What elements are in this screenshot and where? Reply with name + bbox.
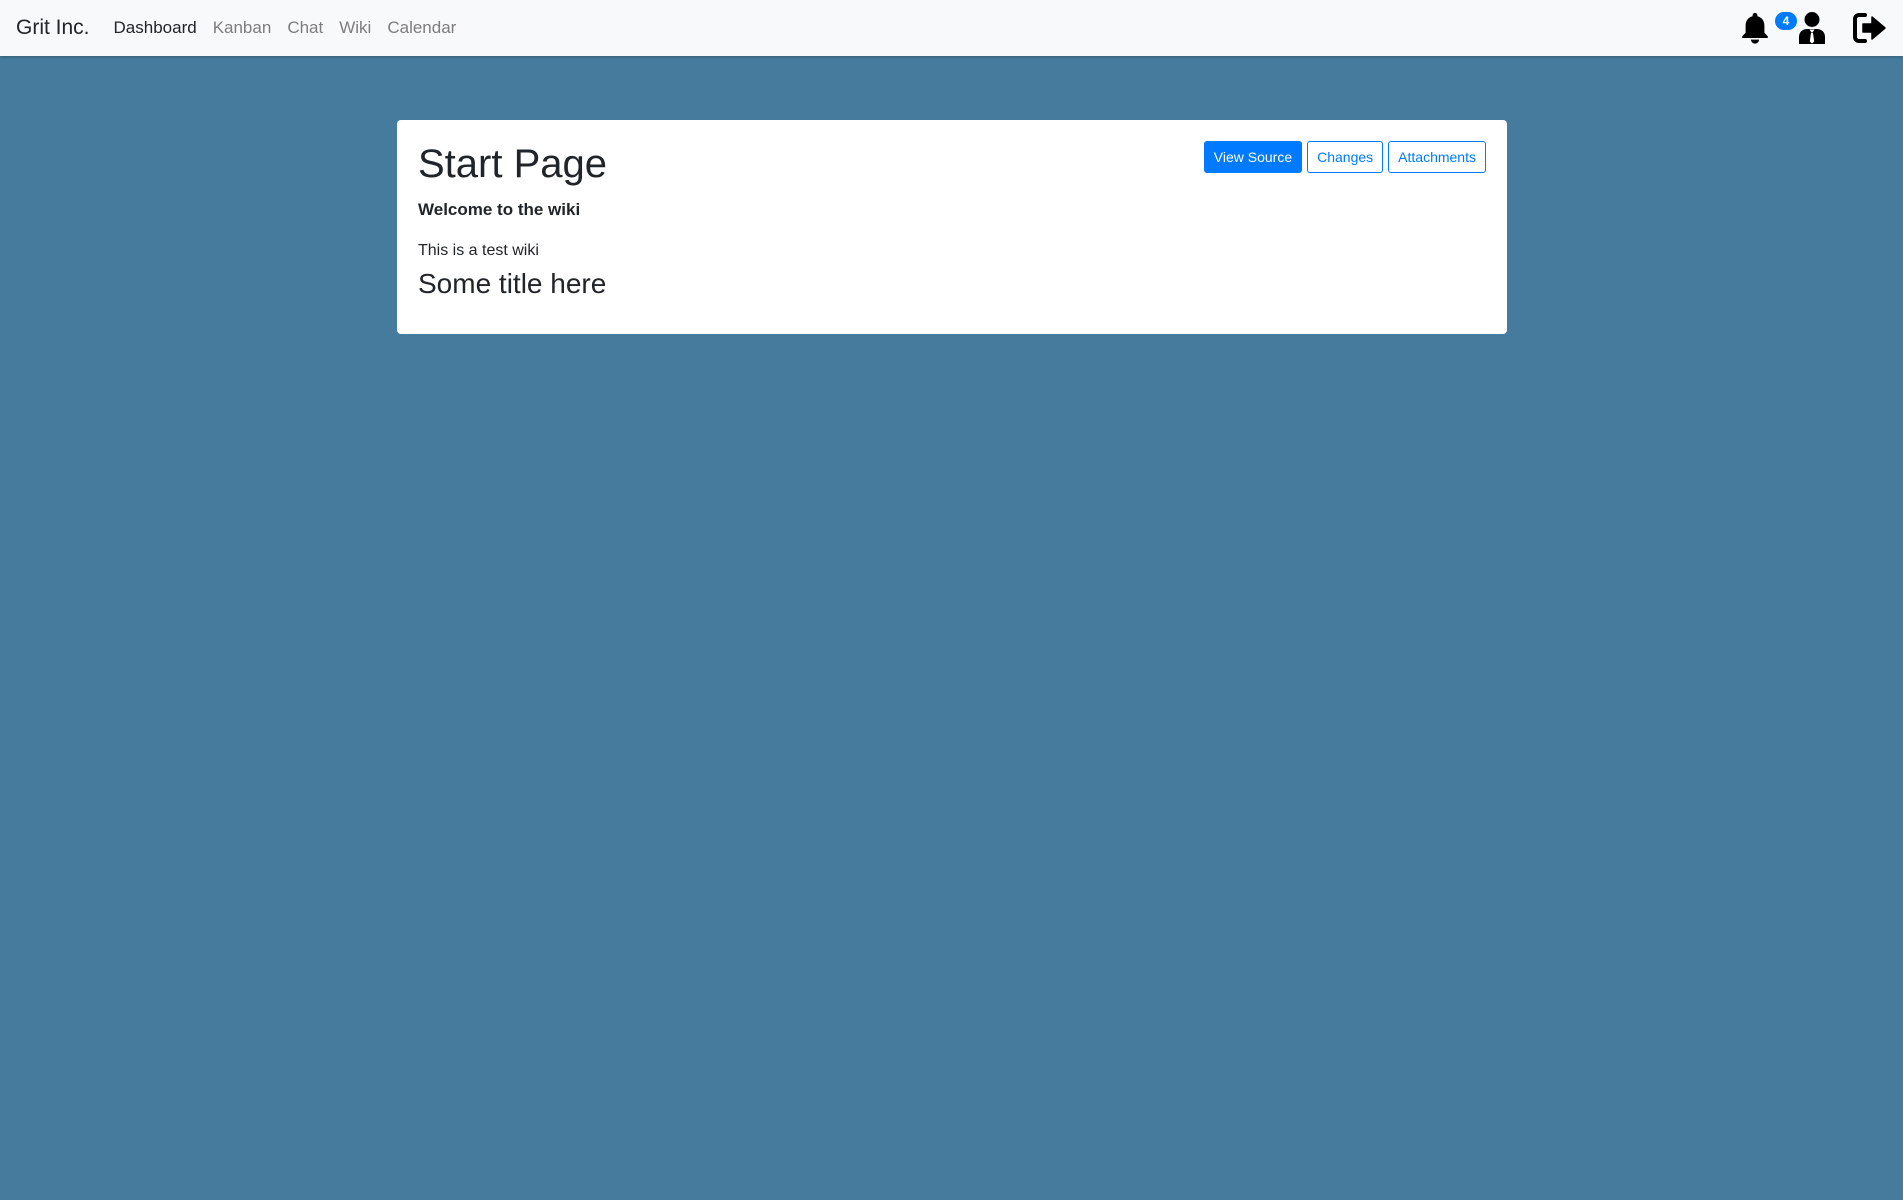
nav-item-wiki[interactable]: Wiki (339, 18, 371, 38)
navbar-actions: 4 (1713, 0, 1887, 56)
brand-logo[interactable]: Grit Inc. (16, 16, 90, 40)
notification-count-badge: 4 (1775, 12, 1797, 30)
view-source-button[interactable]: View Source (1203, 141, 1303, 173)
wiki-page-card: Start Page Welcome to the wiki This is a… (397, 120, 1507, 334)
attachments-button[interactable]: Attachments (1388, 141, 1486, 173)
nav-item-calendar[interactable]: Calendar (387, 18, 456, 38)
nav-links: Dashboard Kanban Chat Wiki Calendar (114, 18, 473, 38)
changes-button[interactable]: Changes (1307, 141, 1384, 173)
logout-button[interactable] (1853, 13, 1887, 43)
user-icon (1799, 12, 1825, 44)
page-body-text: This is a test wiki (418, 242, 539, 259)
page-subtitle: Welcome to the wiki (418, 200, 581, 219)
section-title: Some title here (418, 268, 607, 299)
notifications-button[interactable]: 4 (1739, 11, 1797, 45)
top-navbar: Grit Inc. Dashboard Kanban Chat Wiki Cal… (0, 0, 1903, 56)
nav-item-kanban[interactable]: Kanban (213, 18, 272, 38)
profile-button[interactable] (1797, 11, 1827, 45)
logout-icon (1853, 13, 1886, 43)
page-actions: View Source Changes Attachments (1199, 141, 1486, 173)
bell-icon (1742, 13, 1768, 44)
nav-item-dashboard[interactable]: Dashboard (114, 18, 197, 38)
nav-item-chat[interactable]: Chat (287, 18, 323, 38)
